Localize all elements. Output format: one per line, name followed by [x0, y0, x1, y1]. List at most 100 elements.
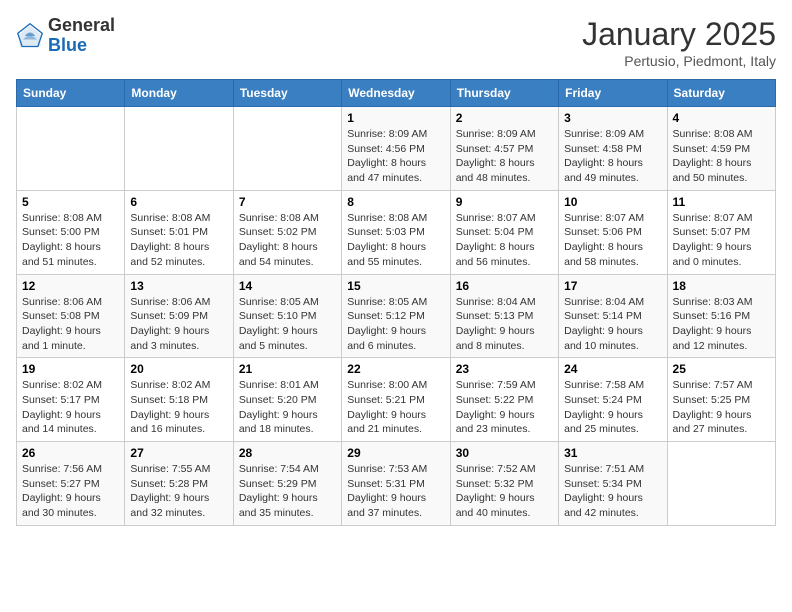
- calendar-day-cell: 7Sunrise: 8:08 AM Sunset: 5:02 PM Daylig…: [233, 190, 341, 274]
- calendar-day-cell: 5 Sunrise: 8:08 AM Sunset: 5:00 PM Daylig…: [17, 190, 125, 274]
- day-info: Sunrise: 8:08 AM Sunset: 5:01 PM Dayligh…: [130, 211, 227, 270]
- calendar-day-cell: 8Sunrise: 8:08 AM Sunset: 5:03 PM Daylig…: [342, 190, 450, 274]
- calendar-body: 1 Sunrise: 8:09 AM Sunset: 4:56 PM Daylig…: [17, 107, 776, 526]
- calendar-week-row: 26 Sunrise: 7:56 AM Sunset: 5:27 PM Dayli…: [17, 442, 776, 526]
- weekday-header-cell: Wednesday: [342, 80, 450, 107]
- calendar-day-cell: 22Sunrise: 8:00 AM Sunset: 5:21 PM Dayli…: [342, 358, 450, 442]
- day-number: 25: [673, 362, 770, 376]
- day-info: Sunrise: 7:55 AM Sunset: 5:28 PM Dayligh…: [130, 462, 227, 521]
- calendar-day-cell: 31Sunrise: 7:51 AM Sunset: 5:34 PM Dayli…: [559, 442, 667, 526]
- calendar-day-cell: [125, 107, 233, 191]
- logo-icon: [16, 22, 44, 50]
- calendar-day-cell: 9 Sunrise: 8:07 AM Sunset: 5:04 PM Daylig…: [450, 190, 558, 274]
- day-info: Sunrise: 8:02 AM Sunset: 5:17 PM Dayligh…: [22, 378, 119, 437]
- location-subtitle: Pertusio, Piedmont, Italy: [582, 53, 776, 69]
- weekday-header-cell: Friday: [559, 80, 667, 107]
- day-info: Sunrise: 8:04 AM Sunset: 5:13 PM Dayligh…: [456, 295, 553, 354]
- calendar-day-cell: 4 Sunrise: 8:08 AM Sunset: 4:59 PM Daylig…: [667, 107, 775, 191]
- month-title: January 2025: [582, 16, 776, 53]
- day-info: Sunrise: 7:56 AM Sunset: 5:27 PM Dayligh…: [22, 462, 119, 521]
- weekday-header-cell: Monday: [125, 80, 233, 107]
- calendar-table: SundayMondayTuesdayWednesdayThursdayFrid…: [16, 79, 776, 526]
- day-info: Sunrise: 7:59 AM Sunset: 5:22 PM Dayligh…: [456, 378, 553, 437]
- day-info: Sunrise: 8:08 AM Sunset: 5:03 PM Dayligh…: [347, 211, 444, 270]
- calendar-day-cell: 11 Sunrise: 8:07 AM Sunset: 5:07 PM Dayli…: [667, 190, 775, 274]
- calendar-day-cell: 3 Sunrise: 8:09 AM Sunset: 4:58 PM Daylig…: [559, 107, 667, 191]
- day-info: Sunrise: 8:09 AM Sunset: 4:57 PM Dayligh…: [456, 127, 553, 186]
- day-number: 4: [673, 111, 770, 125]
- calendar-day-cell: 14 Sunrise: 8:05 AM Sunset: 5:10 PM Dayli…: [233, 274, 341, 358]
- day-number: 16: [456, 279, 553, 293]
- day-number: 19: [22, 362, 119, 376]
- calendar-day-cell: 13 Sunrise: 8:06 AM Sunset: 5:09 PM Dayli…: [125, 274, 233, 358]
- day-info: Sunrise: 8:07 AM Sunset: 5:04 PM Dayligh…: [456, 211, 553, 270]
- day-info: Sunrise: 8:09 AM Sunset: 4:58 PM Dayligh…: [564, 127, 661, 186]
- calendar-day-cell: 30 Sunrise: 7:52 AM Sunset: 5:32 PM Dayli…: [450, 442, 558, 526]
- logo-text: General Blue: [48, 16, 115, 56]
- calendar-day-cell: 12 Sunrise: 8:06 AM Sunset: 5:08 PM Dayli…: [17, 274, 125, 358]
- day-info: Sunrise: 7:58 AM Sunset: 5:24 PM Dayligh…: [564, 378, 661, 437]
- calendar-week-row: 19 Sunrise: 8:02 AM Sunset: 5:17 PM Dayli…: [17, 358, 776, 442]
- weekday-header-row: SundayMondayTuesdayWednesdayThursdayFrid…: [17, 80, 776, 107]
- page-header: General Blue January 2025 Pertusio, Pied…: [16, 16, 776, 69]
- calendar-day-cell: 25 Sunrise: 7:57 AM Sunset: 5:25 PM Dayli…: [667, 358, 775, 442]
- day-number: 15: [347, 279, 444, 293]
- day-info: Sunrise: 8:08 AM Sunset: 5:00 PM Dayligh…: [22, 211, 119, 270]
- day-number: 24: [564, 362, 661, 376]
- title-block: January 2025 Pertusio, Piedmont, Italy: [582, 16, 776, 69]
- weekday-header-cell: Thursday: [450, 80, 558, 107]
- calendar-day-cell: 28Sunrise: 7:54 AM Sunset: 5:29 PM Dayli…: [233, 442, 341, 526]
- calendar-day-cell: 19 Sunrise: 8:02 AM Sunset: 5:17 PM Dayli…: [17, 358, 125, 442]
- day-info: Sunrise: 7:52 AM Sunset: 5:32 PM Dayligh…: [456, 462, 553, 521]
- day-number: 14: [239, 279, 336, 293]
- day-info: Sunrise: 8:01 AM Sunset: 5:20 PM Dayligh…: [239, 378, 336, 437]
- calendar-day-cell: 17Sunrise: 8:04 AM Sunset: 5:14 PM Dayli…: [559, 274, 667, 358]
- calendar-day-cell: 24 Sunrise: 7:58 AM Sunset: 5:24 PM Dayli…: [559, 358, 667, 442]
- day-number: 11: [673, 195, 770, 209]
- day-info: Sunrise: 7:57 AM Sunset: 5:25 PM Dayligh…: [673, 378, 770, 437]
- day-info: Sunrise: 8:03 AM Sunset: 5:16 PM Dayligh…: [673, 295, 770, 354]
- calendar-day-cell: 27Sunrise: 7:55 AM Sunset: 5:28 PM Dayli…: [125, 442, 233, 526]
- day-number: 21: [239, 362, 336, 376]
- day-info: Sunrise: 8:06 AM Sunset: 5:09 PM Dayligh…: [130, 295, 227, 354]
- calendar-day-cell: [17, 107, 125, 191]
- day-info: Sunrise: 8:05 AM Sunset: 5:10 PM Dayligh…: [239, 295, 336, 354]
- day-number: 17: [564, 279, 661, 293]
- day-info: Sunrise: 7:53 AM Sunset: 5:31 PM Dayligh…: [347, 462, 444, 521]
- weekday-header-cell: Saturday: [667, 80, 775, 107]
- day-number: 26: [22, 446, 119, 460]
- day-number: 9: [456, 195, 553, 209]
- calendar-day-cell: 26 Sunrise: 7:56 AM Sunset: 5:27 PM Dayli…: [17, 442, 125, 526]
- calendar-day-cell: 10Sunrise: 8:07 AM Sunset: 5:06 PM Dayli…: [559, 190, 667, 274]
- day-number: 12: [22, 279, 119, 293]
- calendar-week-row: 12 Sunrise: 8:06 AM Sunset: 5:08 PM Dayli…: [17, 274, 776, 358]
- logo: General Blue: [16, 16, 115, 56]
- calendar-week-row: 5 Sunrise: 8:08 AM Sunset: 5:00 PM Daylig…: [17, 190, 776, 274]
- day-number: 30: [456, 446, 553, 460]
- day-number: 23: [456, 362, 553, 376]
- day-info: Sunrise: 8:09 AM Sunset: 4:56 PM Dayligh…: [347, 127, 444, 186]
- day-info: Sunrise: 8:08 AM Sunset: 5:02 PM Dayligh…: [239, 211, 336, 270]
- day-number: 29: [347, 446, 444, 460]
- day-info: Sunrise: 7:54 AM Sunset: 5:29 PM Dayligh…: [239, 462, 336, 521]
- calendar-day-cell: 6Sunrise: 8:08 AM Sunset: 5:01 PM Daylig…: [125, 190, 233, 274]
- day-number: 20: [130, 362, 227, 376]
- weekday-header-cell: Sunday: [17, 80, 125, 107]
- day-number: 1: [347, 111, 444, 125]
- day-number: 5: [22, 195, 119, 209]
- day-info: Sunrise: 8:06 AM Sunset: 5:08 PM Dayligh…: [22, 295, 119, 354]
- day-info: Sunrise: 8:08 AM Sunset: 4:59 PM Dayligh…: [673, 127, 770, 186]
- logo-blue-text: Blue: [48, 35, 87, 55]
- day-info: Sunrise: 8:07 AM Sunset: 5:07 PM Dayligh…: [673, 211, 770, 270]
- calendar-day-cell: [233, 107, 341, 191]
- calendar-day-cell: 21 Sunrise: 8:01 AM Sunset: 5:20 PM Dayli…: [233, 358, 341, 442]
- day-info: Sunrise: 8:02 AM Sunset: 5:18 PM Dayligh…: [130, 378, 227, 437]
- calendar-day-cell: 23 Sunrise: 7:59 AM Sunset: 5:22 PM Dayli…: [450, 358, 558, 442]
- day-number: 3: [564, 111, 661, 125]
- day-number: 18: [673, 279, 770, 293]
- calendar-day-cell: 20 Sunrise: 8:02 AM Sunset: 5:18 PM Dayli…: [125, 358, 233, 442]
- calendar-day-cell: 1 Sunrise: 8:09 AM Sunset: 4:56 PM Daylig…: [342, 107, 450, 191]
- day-number: 31: [564, 446, 661, 460]
- day-info: Sunrise: 8:07 AM Sunset: 5:06 PM Dayligh…: [564, 211, 661, 270]
- day-number: 13: [130, 279, 227, 293]
